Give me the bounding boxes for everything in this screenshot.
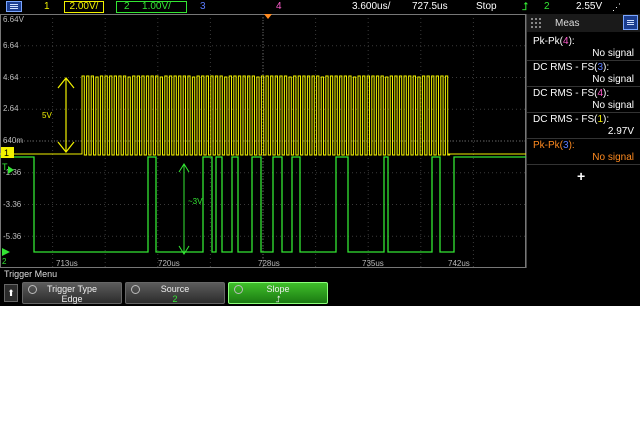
ch3-number[interactable]: 3 <box>200 0 206 14</box>
time-scale-label: 720us <box>158 259 180 268</box>
meas-name: DC RMS - FS(3): <box>533 62 610 73</box>
measurement-panel: Meas Pk-Pk(4): No signal DC RMS - FS(3): No… <box>526 14 640 268</box>
signal-icon: ⋰ <box>612 2 621 12</box>
trigger-level-marker[interactable]: T <box>2 162 8 172</box>
oscilloscope-screen: 1 2.00V/ 2 1.00V/ 3 4 3.600us/ 727.5us S… <box>0 0 640 306</box>
svg-text:1: 1 <box>4 148 9 158</box>
meas-row[interactable]: Pk-Pk(4): No signal <box>527 34 640 61</box>
ch1-ground-marker[interactable]: 1 <box>1 147 14 158</box>
meas-name: Pk-Pk(4): <box>533 36 575 47</box>
status-bar: 1 2.00V/ 2 1.00V/ 3 4 3.600us/ 727.5us S… <box>0 0 640 14</box>
time-scale-label: 735us <box>362 259 384 268</box>
ch2-scale: 1.00V/ <box>142 1 171 12</box>
time-scale-label: 728us <box>258 259 280 268</box>
meas-value: 2.97V <box>607 126 634 137</box>
svg-text:2: 2 <box>2 257 7 266</box>
ch2-amplitude-arrow <box>178 163 190 255</box>
ch2-waveform <box>0 156 526 253</box>
trigger-type-label: Trigger Type <box>46 284 98 294</box>
v-scale-label: 6.64 <box>3 41 19 50</box>
trigger-slope-icon: ⮥ <box>522 1 529 13</box>
meas-row[interactable]: Pk-Pk(3): No signal <box>527 138 640 165</box>
vertical-scale-labels: 6.64V6.644.642.64640m-1.36-3.36-5.36 <box>3 15 25 241</box>
v-scale-label: 640m <box>3 136 23 145</box>
menu-title: Trigger Menu <box>4 269 58 279</box>
time-scale-label: 742us <box>448 259 470 268</box>
source-value: 2 <box>172 294 178 304</box>
grid-lines <box>0 14 526 268</box>
v-scale-label: -3.36 <box>3 200 22 209</box>
meas-row[interactable]: DC RMS - FS(1): 2.97V <box>527 112 640 139</box>
meas-header: Meas <box>527 14 640 32</box>
timebase[interactable]: 3.600us/ <box>352 0 390 14</box>
softkey-bar: Trigger Menu ⬆ Trigger Type Edge Source … <box>0 268 640 306</box>
meas-value: No signal <box>592 48 634 59</box>
ch4-number[interactable]: 4 <box>276 0 282 14</box>
ch2-ground-marker[interactable]: 2 <box>2 248 10 266</box>
source-label: Source <box>160 284 190 294</box>
meas-name: DC RMS - FS(4): <box>533 88 610 99</box>
meas-name: DC RMS - FS(1): <box>533 114 610 125</box>
trigger-source[interactable]: 2 <box>544 0 550 14</box>
slope-softkey[interactable]: Slope ⮥ <box>228 282 328 304</box>
meas-value: No signal <box>592 152 634 163</box>
source-softkey[interactable]: Source 2 <box>125 282 225 304</box>
run-state[interactable]: Stop <box>476 0 497 14</box>
trigger-position-marker[interactable] <box>264 14 272 19</box>
slope-label: Slope <box>266 284 290 294</box>
ch1-number[interactable]: 1 <box>44 0 50 14</box>
add-measurement-button[interactable]: + <box>577 168 585 184</box>
time-scale-label: 713us <box>56 259 78 268</box>
delay[interactable]: 727.5us <box>412 0 448 14</box>
trigger-level[interactable]: 2.55V <box>576 0 602 14</box>
ch2-scale-box[interactable]: 1.00V/ <box>116 1 187 13</box>
meas-name: Pk-Pk(3): <box>533 140 575 151</box>
back-button[interactable]: ⬆ <box>4 284 18 302</box>
trigger-type-value: Edge <box>61 294 83 304</box>
main-menu-icon[interactable] <box>6 1 22 12</box>
v-scale-label: 6.64V <box>3 15 25 24</box>
meas-value: No signal <box>592 100 634 111</box>
waveform-display[interactable]: 5V ~3V 6.64V 6.64 4.64 2.64 640m -1.36 -3.36 -5… <box>0 14 526 268</box>
v-scale-label: 2.64 <box>3 104 19 113</box>
time-scale-labels: 713us 720us 728us 735us 742us <box>56 259 470 268</box>
slope-value: ⮥ <box>275 294 281 304</box>
ch1-scale[interactable]: 2.00V/ <box>64 1 104 13</box>
drag-grip-icon[interactable] <box>531 18 541 28</box>
meas-row[interactable]: DC RMS - FS(3): No signal <box>527 60 640 87</box>
meas-menu-icon[interactable] <box>623 15 638 30</box>
meas-value: No signal <box>592 74 634 85</box>
svg-text:T: T <box>2 162 8 172</box>
meas-row[interactable]: DC RMS - FS(4): No signal <box>527 86 640 113</box>
ch1-amplitude-label: 5V <box>42 111 52 120</box>
ch2-amplitude-label: ~3V <box>188 197 203 206</box>
v-scale-label: 4.64 <box>3 73 19 82</box>
meas-title: Meas <box>555 18 580 29</box>
graticule-svg: 5V ~3V 6.64V6.644.642.64640m-1.36-3.36-5… <box>0 14 526 268</box>
trigger-type-softkey[interactable]: Trigger Type Edge <box>22 282 122 304</box>
v-scale-label: -5.36 <box>3 232 22 241</box>
